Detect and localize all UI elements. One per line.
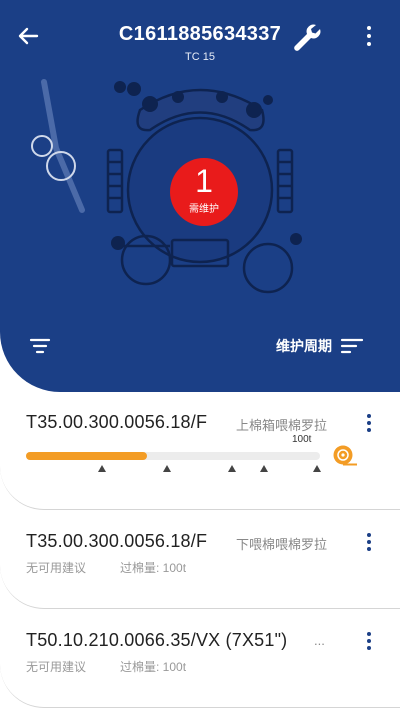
throughput-text: 过棉量: 100t — [120, 561, 187, 575]
maintenance-count: 1 — [195, 163, 213, 199]
dot-icon — [367, 42, 371, 46]
sort-by-cycle-button[interactable]: 维护周期 — [276, 332, 364, 360]
part-description: 下喂棉喂棉罗拉 — [236, 537, 328, 552]
sort-icon — [340, 338, 364, 354]
suggestion-text: 无可用建议 — [26, 660, 87, 674]
wrench-icon — [294, 24, 321, 51]
cotton-roll-icon[interactable] — [333, 444, 357, 466]
progress-max-label: 100t — [292, 434, 312, 445]
progress-marker — [98, 465, 107, 472]
progress-fill — [26, 452, 147, 460]
filter-button[interactable] — [28, 334, 52, 358]
dot-icon — [367, 632, 371, 636]
part-card[interactable]: T35.00.300.0056.18/F 下喂棉喂棉罗拉 无可用建议 过棉量: … — [0, 511, 400, 609]
dot-icon — [367, 34, 371, 38]
maintenance-label: 需维护 — [189, 204, 219, 215]
dot-icon — [367, 428, 371, 432]
part-number: T35.00.300.0056.18/F — [26, 531, 208, 551]
dot-icon — [367, 540, 371, 544]
usage-progress — [26, 448, 326, 476]
maintenance-button[interactable] — [290, 20, 324, 54]
dot-icon — [367, 646, 371, 650]
dot-icon — [367, 26, 371, 30]
progress-track — [26, 452, 320, 460]
sort-label: 维护周期 — [276, 338, 332, 354]
part-more-button[interactable] — [360, 529, 378, 555]
dot-icon — [367, 533, 371, 537]
part-more-button[interactable] — [360, 410, 378, 436]
part-number: T35.00.300.0056.18/F — [26, 412, 208, 432]
part-description: ... — [314, 633, 325, 648]
machine-id: C1611885634337 — [118, 23, 282, 45]
dot-icon — [367, 639, 371, 643]
progress-marker — [227, 465, 236, 472]
more-options-button[interactable] — [358, 22, 380, 50]
part-number: T50.10.210.0066.35/VX (7X51") — [26, 630, 288, 650]
progress-marker — [163, 465, 172, 472]
dot-icon — [367, 547, 371, 551]
progress-marker — [260, 465, 269, 472]
part-more-button[interactable] — [360, 628, 378, 654]
part-description: 上棉箱喂棉罗拉 — [236, 418, 328, 433]
dot-icon — [367, 421, 371, 425]
dot-icon — [367, 414, 371, 418]
part-card[interactable]: T50.10.210.0066.35/VX (7X51") ... 无可用建议 … — [0, 610, 400, 708]
maintenance-badge[interactable]: 1 需维护 — [170, 158, 238, 226]
machine-model: TC 15 — [185, 51, 215, 63]
machine-header: C1611885634337 TC 15 1 需维护 维护周期 — [0, 0, 400, 392]
filter-icon — [29, 338, 51, 354]
progress-marker — [313, 465, 322, 472]
throughput-text: 过棉量: 100t — [120, 660, 187, 674]
suggestion-text: 无可用建议 — [26, 561, 87, 575]
